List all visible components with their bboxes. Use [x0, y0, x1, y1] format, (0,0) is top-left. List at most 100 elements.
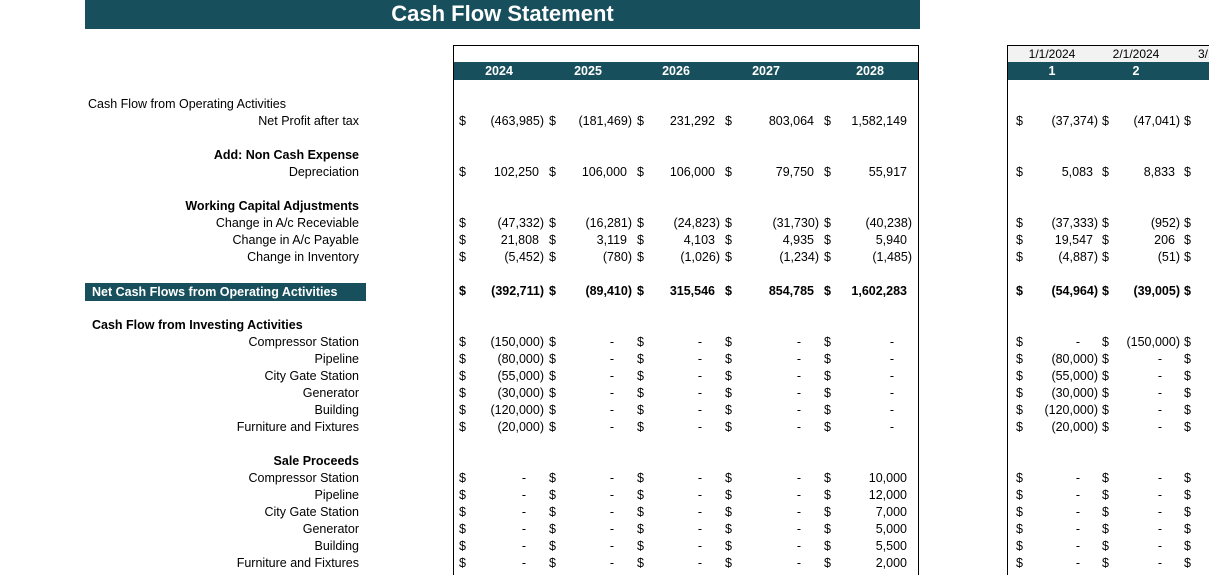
monthly-cell[interactable]: $ - [1102, 385, 1180, 402]
annual-cell[interactable]: $ - [725, 385, 819, 402]
annual-cell[interactable]: $ - [637, 521, 720, 538]
annual-cell[interactable]: $106,000 [549, 164, 632, 181]
annual-cell[interactable]: $ - [824, 419, 912, 436]
annual-cell[interactable]: $ (89,410) [549, 283, 632, 300]
annual-cell[interactable]: $ - [549, 385, 632, 402]
monthly-cell[interactable]: $ (20,000) [1016, 419, 1098, 436]
annual-cell[interactable]: $5,000 [824, 521, 912, 538]
annual-cell[interactable]: $ (80,000) [459, 351, 544, 368]
annual-cell[interactable]: $106,000 [637, 164, 720, 181]
monthly-cell[interactable]: $ (80,000) [1016, 351, 1098, 368]
annual-cell[interactable]: $2,000 [824, 555, 912, 572]
monthly-cell[interactable]: $ (39,005) [1102, 283, 1180, 300]
annual-cell[interactable]: $ - [459, 555, 544, 572]
annual-cell[interactable]: $ (780) [549, 249, 632, 266]
annual-cell[interactable]: $ (5,452) [459, 249, 544, 266]
annual-cell[interactable]: $ (392,711) [459, 283, 544, 300]
annual-cell[interactable]: $ - [725, 521, 819, 538]
annual-cell[interactable]: $ - [824, 368, 912, 385]
monthly-cell[interactable]: $ - [1102, 351, 1180, 368]
monthly-cell[interactable]: $ - [1016, 521, 1098, 538]
monthly-cell[interactable]: $ (952) [1102, 215, 1180, 232]
annual-cell[interactable]: $ - [549, 555, 632, 572]
annual-cell[interactable]: $ - [549, 402, 632, 419]
annual-cell[interactable]: $ (24,823) [637, 215, 720, 232]
annual-cell[interactable]: $ - [549, 419, 632, 436]
annual-cell[interactable]: $ (20,000) [459, 419, 544, 436]
monthly-cell[interactable]: $ (4,887) [1016, 249, 1098, 266]
annual-cell[interactable]: $ - [549, 368, 632, 385]
annual-cell[interactable]: $ - [725, 487, 819, 504]
monthly-cell[interactable]: $ - [1102, 402, 1180, 419]
monthly-cell[interactable]: $ [1184, 487, 1209, 504]
annual-cell[interactable]: $ - [725, 419, 819, 436]
annual-cell[interactable]: $ - [637, 334, 720, 351]
monthly-cell[interactable]: $ [1184, 555, 1209, 572]
annual-cell[interactable]: $7,000 [824, 504, 912, 521]
monthly-cell[interactable]: $(4 [1184, 113, 1209, 130]
monthly-cell[interactable]: $ [1184, 368, 1209, 385]
monthly-cell[interactable]: $ (37,333) [1016, 215, 1098, 232]
monthly-cell[interactable]: $ - [1102, 470, 1180, 487]
monthly-cell[interactable]: $ - [1102, 521, 1180, 538]
annual-cell[interactable]: $ - [549, 487, 632, 504]
annual-cell[interactable]: $ - [549, 504, 632, 521]
annual-cell[interactable]: $ - [637, 487, 720, 504]
monthly-cell[interactable]: $ - [1102, 368, 1180, 385]
annual-cell[interactable]: $ - [725, 504, 819, 521]
annual-cell[interactable]: $ (31,730) [725, 215, 819, 232]
annual-cell[interactable]: $12,000 [824, 487, 912, 504]
monthly-cell[interactable]: $ [1184, 215, 1209, 232]
monthly-cell[interactable]: $ (54,964) [1016, 283, 1098, 300]
annual-cell[interactable]: $ - [549, 351, 632, 368]
monthly-cell[interactable]: $ - [1016, 334, 1098, 351]
annual-cell[interactable]: $ (40,238) [824, 215, 912, 232]
annual-cell[interactable]: $803,064 [725, 113, 819, 130]
monthly-cell[interactable]: $ - [1016, 538, 1098, 555]
annual-cell[interactable]: $ (30,000) [459, 385, 544, 402]
annual-cell[interactable]: $1,582,149 [824, 113, 912, 130]
monthly-cell[interactable]: $ (30,000) [1016, 385, 1098, 402]
annual-cell[interactable]: $4,103 [637, 232, 720, 249]
annual-cell[interactable]: $3,119 [549, 232, 632, 249]
annual-cell[interactable]: $ - [637, 504, 720, 521]
annual-cell[interactable]: $ - [725, 538, 819, 555]
annual-cell[interactable]: $ - [824, 402, 912, 419]
annual-cell[interactable]: $ - [549, 334, 632, 351]
monthly-cell[interactable]: $ [1184, 351, 1209, 368]
monthly-cell[interactable]: $ - [1102, 538, 1180, 555]
annual-cell[interactable]: $ - [459, 538, 544, 555]
annual-cell[interactable]: $ - [824, 351, 912, 368]
annual-cell[interactable]: $231,292 [637, 113, 720, 130]
monthly-cell[interactable]: $ - [1102, 555, 1180, 572]
annual-cell[interactable]: $ (120,000) [459, 402, 544, 419]
annual-cell[interactable]: $ (1,026) [637, 249, 720, 266]
monthly-cell[interactable]: $ [1184, 504, 1209, 521]
annual-cell[interactable]: $ (1,234) [725, 249, 819, 266]
monthly-cell[interactable]: $ (120,000) [1016, 402, 1098, 419]
monthly-cell[interactable]: $ (47,041) [1102, 113, 1180, 130]
annual-cell[interactable]: $315,546 [637, 283, 720, 300]
annual-cell[interactable]: $10,000 [824, 470, 912, 487]
annual-cell[interactable]: $854,785 [725, 283, 819, 300]
annual-cell[interactable]: $ - [637, 385, 720, 402]
monthly-cell[interactable]: $ - [1016, 487, 1098, 504]
annual-cell[interactable]: $ - [725, 368, 819, 385]
monthly-cell[interactable]: $ [1184, 249, 1209, 266]
monthly-cell[interactable]: $ (37,374) [1016, 113, 1098, 130]
annual-cell[interactable]: $ - [549, 538, 632, 555]
annual-cell[interactable]: $ (150,000) [459, 334, 544, 351]
monthly-cell[interactable]: $ [1184, 521, 1209, 538]
monthly-cell[interactable]: $ [1184, 538, 1209, 555]
annual-cell[interactable]: $ (181,469) [549, 113, 632, 130]
annual-cell[interactable]: $ - [725, 402, 819, 419]
monthly-cell[interactable]: $ (51) [1102, 249, 1180, 266]
annual-cell[interactable]: $4,935 [725, 232, 819, 249]
monthly-cell[interactable]: $ - [1016, 470, 1098, 487]
monthly-cell[interactable]: $ - [1016, 504, 1098, 521]
monthly-cell[interactable]: $ - [1016, 555, 1098, 572]
annual-cell[interactable]: $5,940 [824, 232, 912, 249]
monthly-cell[interactable]: $ (150,000) [1102, 334, 1180, 351]
annual-cell[interactable]: $ - [637, 538, 720, 555]
monthly-cell[interactable]: $ [1184, 419, 1209, 436]
